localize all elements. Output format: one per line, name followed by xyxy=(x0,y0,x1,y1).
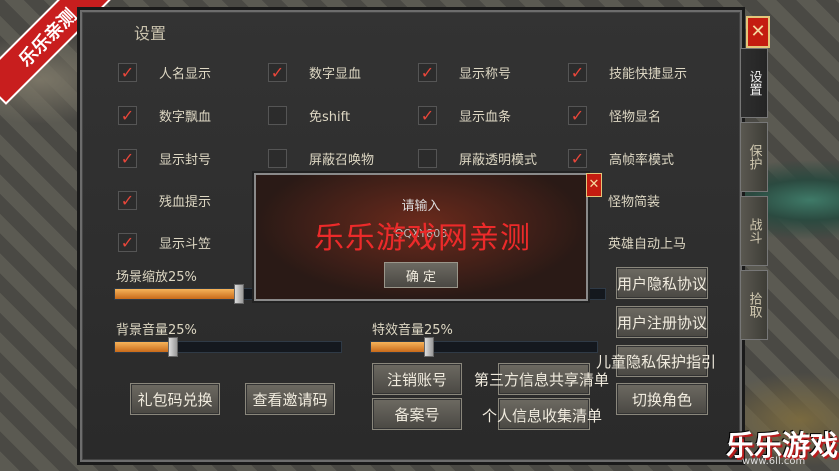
option-show-title[interactable]: ✓ 显示称号 xyxy=(418,63,511,82)
checkbox[interactable]: ✓ xyxy=(118,149,137,168)
option-label: 残血提示 xyxy=(159,195,212,210)
checkbox[interactable]: ✓ xyxy=(568,106,587,125)
option-label: 屏蔽召唤物 xyxy=(309,153,375,168)
option-label: 显示血条 xyxy=(459,110,512,125)
tab-protect[interactable]: 保护 xyxy=(740,122,768,192)
bg-volume-slider[interactable] xyxy=(114,337,342,357)
invite-code-button[interactable]: 查看邀请码 xyxy=(245,383,335,415)
child-privacy-button[interactable]: 儿童隐私保护指引 xyxy=(596,351,716,372)
slider-fill xyxy=(115,289,238,299)
option-no-shift[interactable]: 免shift xyxy=(268,106,350,125)
slider-knob[interactable] xyxy=(233,284,244,304)
option-skill-shortcut[interactable]: ✓ 技能快捷显示 xyxy=(568,63,687,82)
checkbox[interactable] xyxy=(418,149,437,168)
record-number-button[interactable]: 备案号 xyxy=(372,398,462,430)
checkbox[interactable]: ✓ xyxy=(568,63,587,82)
checkbox[interactable]: ✓ xyxy=(118,63,137,82)
cancel-account-button[interactable]: 注销账号 xyxy=(372,363,462,395)
option-label: 人名显示 xyxy=(159,67,212,82)
option-low-hp-hint[interactable]: ✓ 残血提示 xyxy=(118,191,211,210)
third-party-list-button[interactable]: 第三方信息共享清单 xyxy=(474,369,609,390)
checkbox[interactable] xyxy=(268,106,287,125)
option-hide-summon[interactable]: 屏蔽召唤物 xyxy=(268,149,374,168)
tab-settings[interactable]: 设置 xyxy=(740,48,768,118)
option-name-show[interactable]: ✓ 人名显示 xyxy=(118,63,211,82)
slider-knob[interactable] xyxy=(423,337,434,357)
option-label: 显示称号 xyxy=(459,67,512,82)
checkbox[interactable]: ✓ xyxy=(418,63,437,82)
dialog-close-button[interactable]: ✕ xyxy=(586,173,602,197)
fx-volume-slider[interactable] xyxy=(370,337,598,357)
option-label: 高帧率模式 xyxy=(609,153,675,168)
option-show-seal[interactable]: ✓ 显示封号 xyxy=(118,149,211,168)
option-label: 怪物显名 xyxy=(609,110,662,125)
switch-role-button[interactable]: 切换角色 xyxy=(616,383,708,415)
register-agreement-button[interactable]: 用户注册协议 xyxy=(616,306,708,338)
checkbox[interactable]: ✓ xyxy=(118,233,137,252)
option-show-hat[interactable]: ✓ 显示斗笠 xyxy=(118,233,211,252)
option-label: 数字显血 xyxy=(309,67,362,82)
option-label: 怪物简装 xyxy=(608,195,661,210)
personal-info-list-button[interactable]: 个人信息收集清单 xyxy=(482,405,602,426)
gift-code-button[interactable]: 礼包码兑换 xyxy=(130,383,220,415)
privacy-agreement-button[interactable]: 用户隐私协议 xyxy=(616,267,708,299)
dialog-prompt: 请输入 xyxy=(401,199,441,214)
option-hide-transparent[interactable]: 屏蔽透明模式 xyxy=(418,149,537,168)
checkbox[interactable]: ✓ xyxy=(118,106,137,125)
option-high-fps[interactable]: ✓ 高帧率模式 xyxy=(568,149,674,168)
option-hero-auto-mount[interactable]: 英雄自动上马 xyxy=(586,233,686,252)
slider-fill xyxy=(371,342,428,352)
option-label: 技能快捷显示 xyxy=(609,67,688,82)
scene-zoom-label: 场景缩放25% xyxy=(116,270,197,285)
option-label: 数字飘血 xyxy=(159,110,212,125)
option-label: 显示斗笠 xyxy=(159,237,212,252)
side-tabs: 设置 保护 战斗 拾取 xyxy=(740,48,768,344)
checkbox[interactable]: ✓ xyxy=(268,63,287,82)
dialog-ok-button[interactable]: 确 定 xyxy=(384,262,458,288)
option-show-hpbar[interactable]: ✓ 显示血条 xyxy=(418,106,511,125)
watermark-text: 乐乐游戏网亲测 xyxy=(314,221,531,256)
checkbox[interactable]: ✓ xyxy=(118,191,137,210)
fx-volume-label: 特效音量25% xyxy=(372,323,453,338)
checkbox[interactable] xyxy=(268,149,287,168)
option-number-float[interactable]: ✓ 数字飘血 xyxy=(118,106,211,125)
window-close-button[interactable]: ✕ xyxy=(746,16,770,48)
tab-combat[interactable]: 战斗 xyxy=(740,196,768,266)
option-number-hp[interactable]: ✓ 数字显血 xyxy=(268,63,361,82)
checkbox[interactable]: ✓ xyxy=(568,149,587,168)
slider-knob[interactable] xyxy=(167,337,178,357)
checkbox[interactable]: ✓ xyxy=(418,106,437,125)
option-label: 英雄自动上马 xyxy=(608,237,687,252)
bg-volume-label: 背景音量25% xyxy=(116,323,197,338)
option-label: 显示封号 xyxy=(159,153,212,168)
slider-fill xyxy=(115,342,172,352)
window-title: 设置 xyxy=(134,24,167,43)
option-label: 免shift xyxy=(309,110,351,125)
tab-pickup[interactable]: 拾取 xyxy=(740,270,768,340)
option-label: 屏蔽透明模式 xyxy=(459,153,538,168)
option-monster-name[interactable]: ✓ 怪物显名 xyxy=(568,106,661,125)
site-url: www.6ll.com xyxy=(742,456,806,467)
